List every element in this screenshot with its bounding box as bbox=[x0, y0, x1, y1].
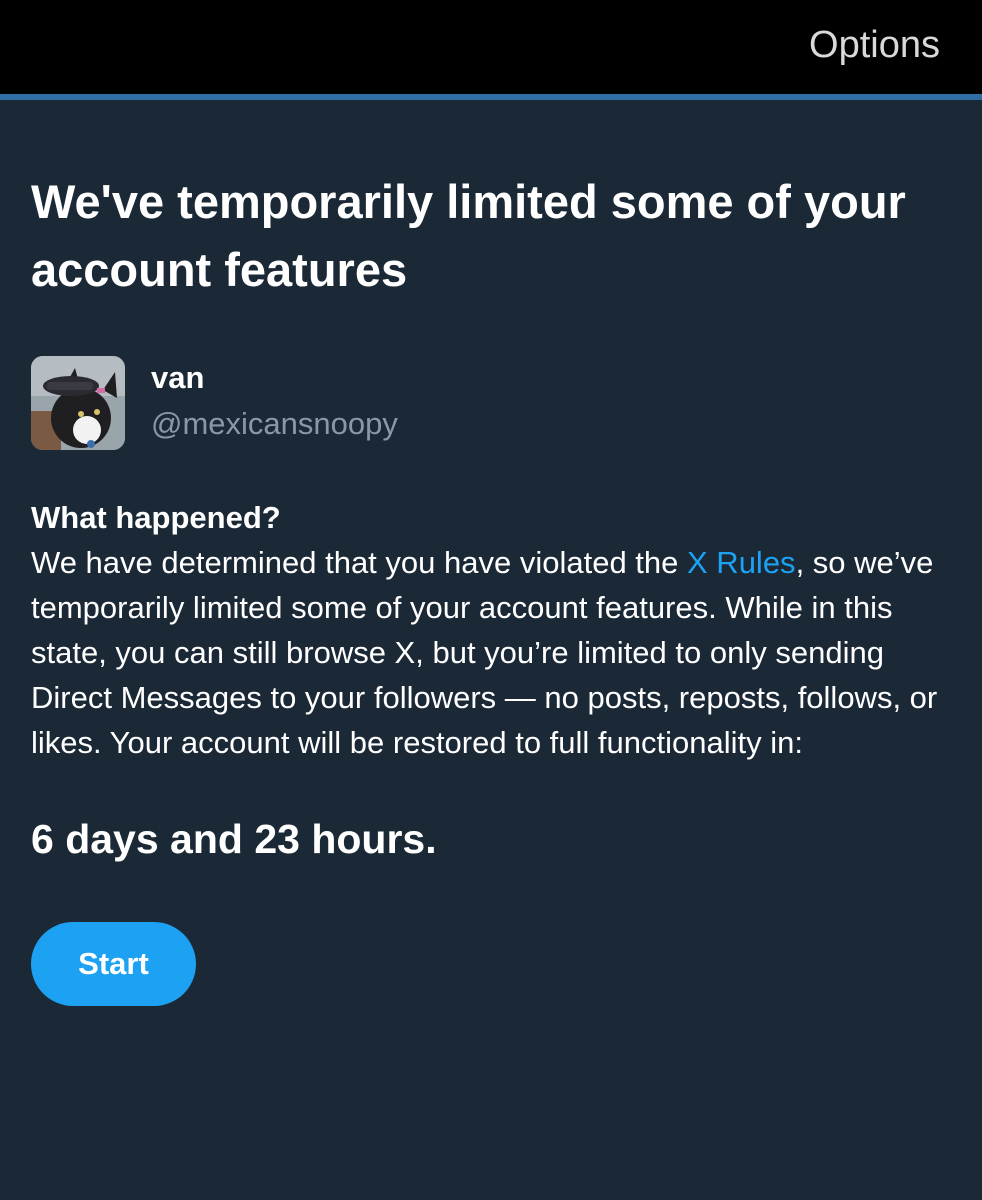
user-info: van @mexicansnoopy bbox=[31, 356, 956, 452]
explanation-text-start: We have determined that you have violate… bbox=[31, 545, 688, 580]
explanation-text: We have determined that you have violate… bbox=[31, 540, 956, 765]
page-title: We've temporarily limited some of your a… bbox=[31, 175, 906, 296]
top-bar: Options bbox=[0, 0, 982, 94]
user-display-name: van bbox=[151, 360, 205, 395]
options-button[interactable]: Options bbox=[809, 22, 940, 68]
restriction-countdown: 6 days and 23 hours. bbox=[31, 816, 437, 862]
avatar[interactable] bbox=[31, 356, 125, 450]
avatar-cat-photo-icon bbox=[31, 356, 125, 450]
x-rules-link[interactable]: X Rules bbox=[687, 545, 796, 580]
user-handle: @mexicansnoopy bbox=[151, 406, 398, 441]
main-content: We've temporarily limited some of your a… bbox=[31, 100, 956, 1006]
section-title: What happened? bbox=[31, 500, 281, 535]
start-button[interactable]: Start bbox=[31, 922, 196, 1006]
